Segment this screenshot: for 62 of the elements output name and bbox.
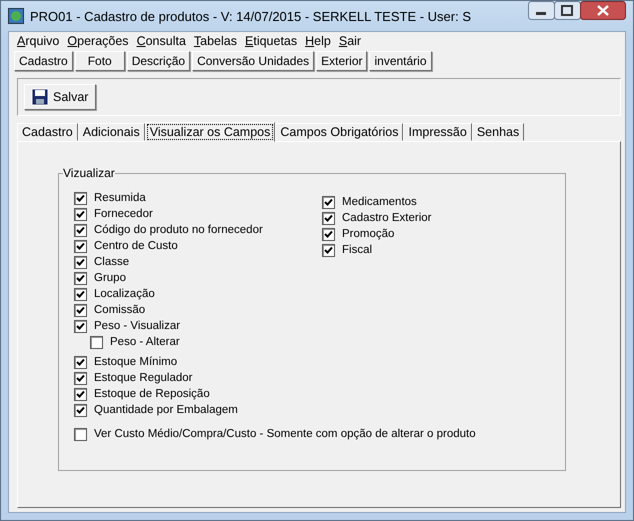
toolbar-button[interactable]: Exterior bbox=[316, 51, 368, 71]
checkbox[interactable] bbox=[90, 336, 103, 348]
tab[interactable]: Cadastro bbox=[17, 123, 78, 141]
checkbox-label: Código do produto no fornecedor bbox=[94, 224, 263, 236]
checkbox-label: Fiscal bbox=[342, 244, 372, 256]
checkbox-label: Peso - Visualizar bbox=[94, 320, 180, 332]
checkbox-label: Estoque Mínimo bbox=[94, 356, 178, 368]
menu-item[interactable]: Operações bbox=[63, 34, 133, 50]
checkbox[interactable] bbox=[74, 320, 87, 332]
checkbox[interactable] bbox=[74, 224, 87, 236]
checkbox[interactable] bbox=[322, 228, 335, 240]
tab[interactable]: Senhas bbox=[472, 123, 524, 141]
menu-item[interactable]: Tabelas bbox=[190, 34, 241, 50]
menu-item[interactable]: Etiquetas bbox=[241, 34, 302, 50]
app-icon bbox=[8, 8, 24, 24]
checkbox-label: Cadastro Exterior bbox=[342, 212, 432, 224]
toolbar-button[interactable]: Conversão Unidades bbox=[192, 51, 314, 71]
tab[interactable]: Impressão bbox=[403, 123, 472, 141]
checkbox-label: Medicamentos bbox=[342, 196, 417, 208]
checkbox-label: Grupo bbox=[94, 272, 126, 284]
checkbox-label: Classe bbox=[94, 256, 130, 268]
checkbox-label: Promoção bbox=[342, 228, 394, 240]
checkbox-label: Quantidade por Embalagem bbox=[94, 404, 238, 416]
toolbar-button[interactable]: Foto bbox=[74, 51, 125, 71]
checkbox-label: Peso - Alterar bbox=[110, 336, 180, 348]
checkbox[interactable] bbox=[322, 212, 335, 224]
toolbar-button[interactable]: Descrição bbox=[126, 51, 190, 71]
checkbox[interactable] bbox=[74, 304, 87, 316]
checkbox-label: Centro de Custo bbox=[94, 240, 178, 252]
toolbar-button[interactable]: Cadastro bbox=[14, 51, 73, 71]
checkbox[interactable] bbox=[74, 404, 87, 416]
checkbox-label: Comissão bbox=[94, 304, 146, 316]
tab[interactable]: Campos Obrigatórios bbox=[275, 123, 404, 141]
window-controls-icon[interactable] bbox=[528, 1, 626, 21]
checkbox[interactable] bbox=[74, 288, 87, 300]
checkbox-label: Estoque de Reposição bbox=[94, 388, 210, 400]
checkbox[interactable] bbox=[74, 272, 87, 284]
checkbox[interactable] bbox=[322, 196, 335, 208]
checkbox[interactable] bbox=[74, 256, 87, 268]
checkbox[interactable] bbox=[74, 240, 87, 252]
tab[interactable]: Visualizar os Campos bbox=[144, 122, 276, 142]
checkbox-label: Fornecedor bbox=[94, 208, 153, 220]
checkbox[interactable] bbox=[74, 428, 87, 440]
checkbox[interactable] bbox=[74, 356, 87, 368]
checkbox[interactable] bbox=[74, 208, 87, 220]
checkbox[interactable] bbox=[74, 388, 87, 400]
checkbox-label: Ver Custo Médio/Compra/Custo - Somente com opção de alterar o produto bbox=[94, 428, 476, 440]
checkbox[interactable] bbox=[322, 244, 335, 256]
group-title: Vizualizar bbox=[63, 166, 115, 180]
tab[interactable]: Adicionais bbox=[78, 123, 145, 141]
checkbox[interactable] bbox=[74, 372, 87, 384]
checkbox-label: Estoque Regulador bbox=[94, 372, 192, 384]
checkbox-label: Localização bbox=[94, 288, 155, 300]
window-title: PRO01 - Cadastro de produtos - V: 14/07/2015 - SERKELL TESTE - User: S bbox=[30, 8, 472, 24]
menu-item[interactable]: Sair bbox=[334, 34, 366, 50]
checkbox-label: Resumida bbox=[94, 192, 146, 204]
menu-item[interactable]: Arquivo bbox=[13, 34, 64, 50]
toolbar-button[interactable]: inventário bbox=[369, 51, 432, 71]
menu-item[interactable]: Consulta bbox=[132, 34, 190, 50]
menu-item[interactable]: Help bbox=[301, 34, 335, 50]
checkbox[interactable] bbox=[74, 192, 87, 204]
save-button[interactable]: Salvar bbox=[24, 84, 96, 110]
